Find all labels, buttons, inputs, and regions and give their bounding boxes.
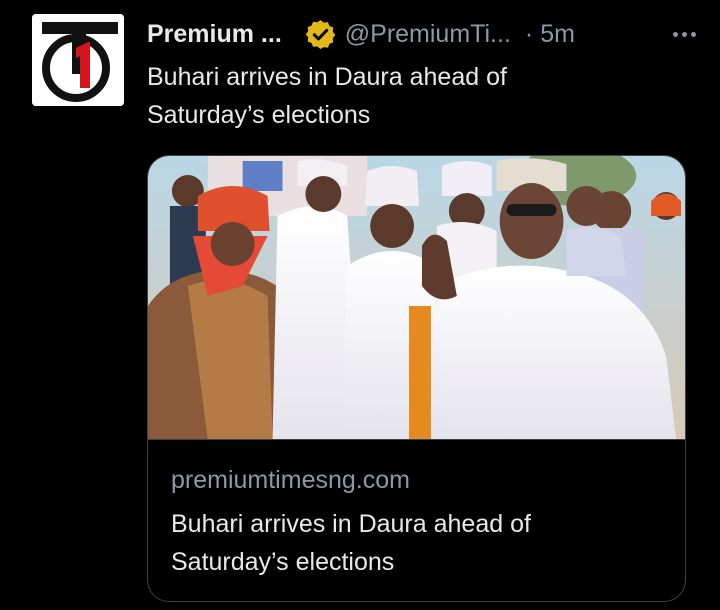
dot xyxy=(682,31,687,37)
tweet-text-line: Buhari arrives in Daura ahead of xyxy=(147,63,507,91)
timestamp-value: 5m xyxy=(540,19,575,48)
card-divider xyxy=(148,439,685,440)
tweet-text-line: Saturday’s elections xyxy=(147,101,371,129)
timestamp-separator: · xyxy=(524,19,534,48)
premium-times-logo xyxy=(32,14,124,106)
card-image[interactable] xyxy=(148,156,685,439)
link-preview-card[interactable]: premiumtimesng.com Buhari arrives in Dau… xyxy=(147,155,686,602)
card-title-line: Buhari arrives in Daura ahead of xyxy=(171,510,531,538)
card-domain[interactable]: premiumtimesng.com xyxy=(171,466,410,495)
author-avatar[interactable] xyxy=(32,14,124,106)
tweet-text: Buhari arrives in Daura ahead of Saturda… xyxy=(147,58,667,134)
more-options-icon[interactable] xyxy=(673,31,696,37)
author-display-name[interactable]: Premium ... xyxy=(147,20,282,49)
card-title-line: Saturday’s elections xyxy=(171,548,395,576)
dot xyxy=(673,31,678,37)
tweet-timestamp[interactable]: · 5m xyxy=(525,20,575,49)
card-title[interactable]: Buhari arrives in Daura ahead of Saturda… xyxy=(171,505,651,581)
dot xyxy=(691,31,696,37)
tweet-header: Premium ... @PremiumTi... · 5m xyxy=(147,17,696,51)
verified-badge-icon[interactable] xyxy=(304,18,337,51)
author-handle[interactable]: @PremiumTi... xyxy=(345,20,511,49)
